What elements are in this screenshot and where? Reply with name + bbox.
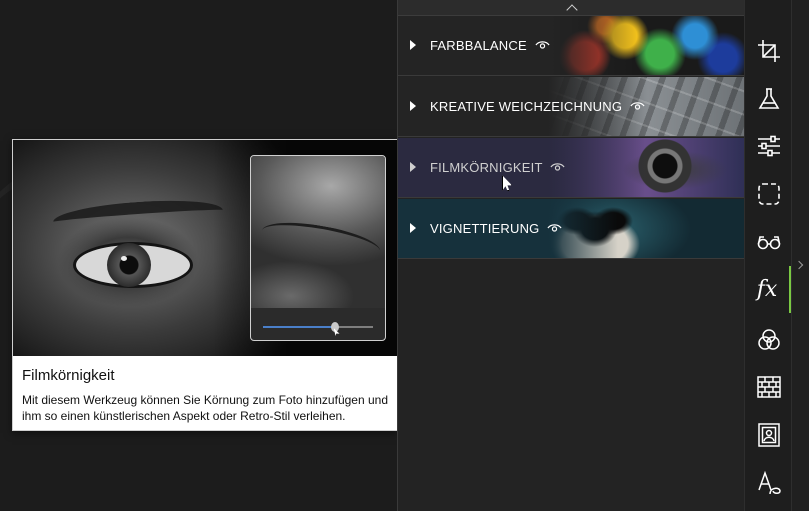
selection-tool-button[interactable] (745, 170, 792, 217)
preview-slider-fill (263, 326, 335, 328)
frame-tool-button[interactable] (745, 411, 792, 458)
tooltip-zoom-preview (250, 155, 386, 341)
sliders-icon (757, 135, 780, 156)
eye-icon[interactable] (547, 223, 562, 233)
selection-icon (757, 182, 780, 205)
flask-icon (758, 87, 779, 109)
effect-row-vignettierung[interactable]: VIGNETTIERUNG (398, 199, 745, 259)
chevron-up-icon (565, 3, 578, 16)
frame-icon (757, 422, 780, 447)
effects-tool-button[interactable]: fx (745, 266, 792, 313)
expand-arrow-icon[interactable] (410, 162, 416, 172)
photo-canvas[interactable]: Filmkörnigkeit Mit diesem Werkzeug könne… (0, 0, 397, 511)
effects-panel: FARBBALANCE KREATIVE WEICHZEICHNUNG FILM… (397, 0, 745, 511)
chevron-right-icon (794, 260, 804, 270)
effect-tooltip: Filmkörnigkeit Mit diesem Werkzeug könne… (12, 139, 397, 431)
expand-arrow-icon[interactable] (410, 40, 416, 50)
effect-label: VIGNETTIERUNG (430, 221, 540, 236)
effect-label: FARBBALANCE (430, 38, 527, 53)
texture-tool-button[interactable] (745, 363, 792, 410)
collapse-sidebar-button[interactable] (791, 0, 809, 511)
adjust-tool-button[interactable] (745, 75, 792, 122)
eye-icon[interactable] (535, 40, 550, 50)
scroll-up-button[interactable] (398, 0, 745, 16)
lens-tool-button[interactable] (745, 218, 792, 265)
eye-icon[interactable] (630, 101, 645, 111)
fx-icon: fx (756, 277, 778, 302)
effect-row-filmkoernigkeit[interactable]: FILMKÖRNIGKEIT (398, 138, 745, 198)
text-tool-button[interactable] (745, 459, 792, 506)
tool-sidebar: fx (744, 0, 792, 511)
settings-tool-button[interactable] (745, 122, 792, 169)
expand-arrow-icon[interactable] (410, 223, 416, 233)
effect-row-kreative-weichzeichnung[interactable]: KREATIVE WEICHZEICHNUNG (398, 77, 745, 137)
effect-label: FILMKÖRNIGKEIT (430, 160, 543, 175)
crop-icon (757, 39, 780, 62)
color-circles-icon (757, 328, 780, 350)
tooltip-title: Filmkörnigkeit (22, 367, 115, 384)
eye-icon[interactable] (550, 162, 565, 172)
tooltip-description: Mit diesem Werkzeug können Sie Körnung z… (22, 393, 388, 423)
effect-row-farbbalance[interactable]: FARBBALANCE (398, 16, 745, 76)
effect-label: KREATIVE WEICHZEICHNUNG (430, 99, 623, 114)
expand-arrow-icon[interactable] (410, 101, 416, 111)
glasses-icon (757, 235, 780, 249)
texture-bricks-icon (756, 375, 781, 398)
color-tool-button[interactable] (745, 316, 792, 363)
crop-tool-button[interactable] (745, 27, 792, 74)
text-icon (757, 470, 781, 494)
